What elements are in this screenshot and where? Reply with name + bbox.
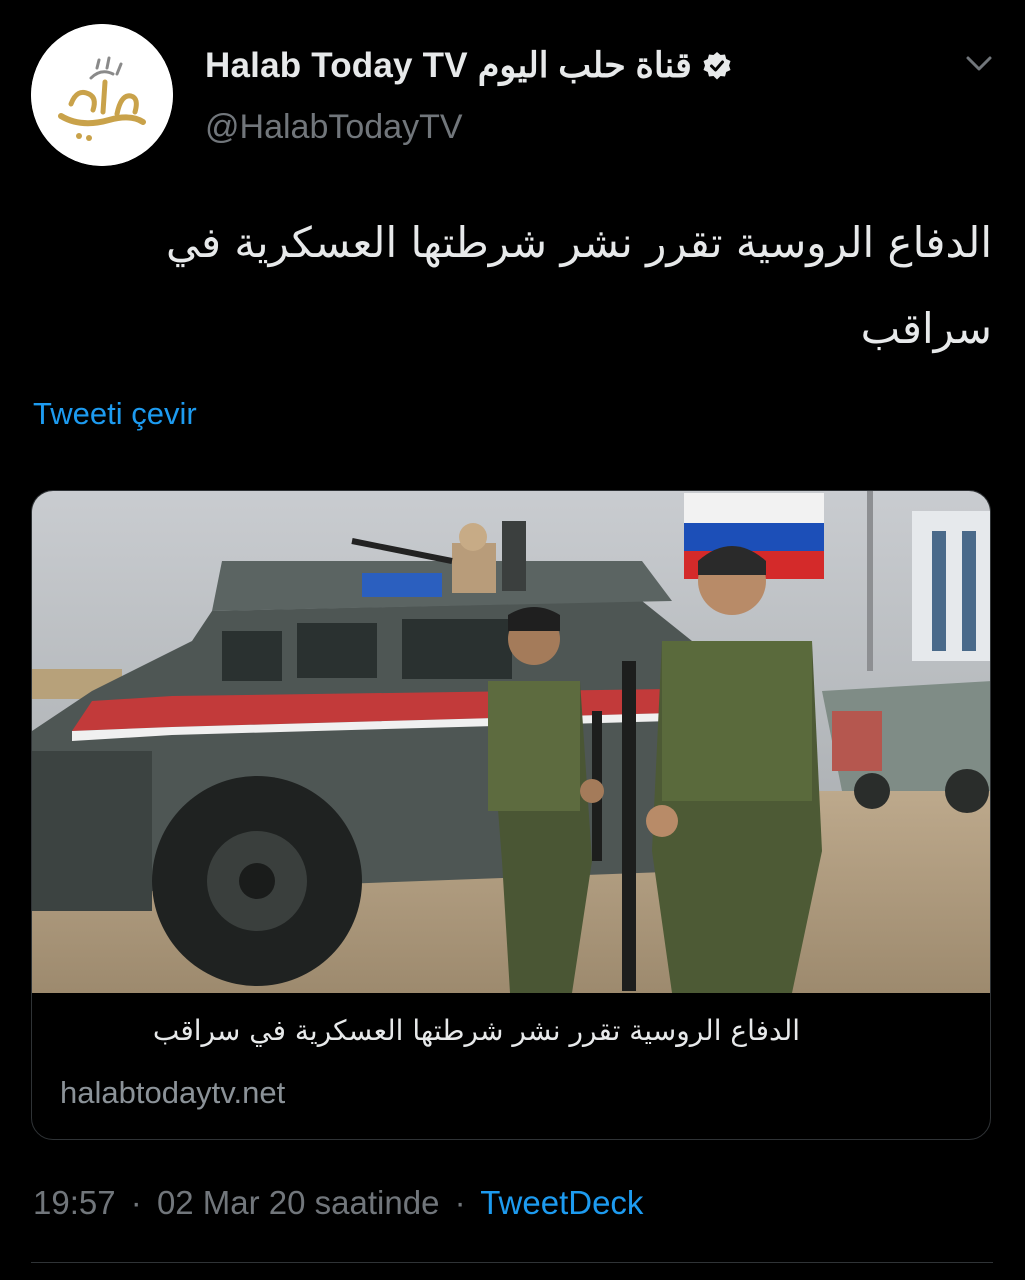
more-options-button[interactable] (957, 44, 1001, 84)
tweet-time[interactable]: 19:57 (33, 1184, 116, 1221)
tweet-text: الدفاع الروسية تقرر نشر شرطتها العسكرية … (165, 218, 992, 353)
display-name-row[interactable]: Halab Today TV قناة حلب اليوم (205, 40, 732, 92)
author-handle[interactable]: @HalabTodayTV (205, 108, 463, 147)
halab-today-logo (31, 24, 173, 166)
tweet-source-link[interactable]: TweetDeck (480, 1184, 643, 1221)
card-title: الدفاع الروسية تقرر نشر شرطتها العسكرية … (152, 1014, 800, 1047)
card-image (32, 491, 990, 993)
translate-tweet-link[interactable]: Tweeti çevir (33, 396, 197, 432)
meta-separator: · (454, 1184, 466, 1221)
tweet: Halab Today TV قناة حلب اليوم @HalabToda… (0, 0, 1025, 1280)
chevron-down-icon (966, 56, 992, 71)
meta-separator: · (130, 1184, 142, 1221)
card-domain: halabtodaytv.net (60, 1075, 286, 1110)
verified-badge-icon (702, 51, 732, 81)
display-name-latin[interactable]: Halab Today TV (205, 46, 468, 86)
link-preview-card[interactable]: الدفاع الروسية تقرر نشر شرطتها العسكرية … (31, 490, 991, 1140)
tweet-metadata: 19:57 · 02 Mar 20 saatinde · TweetDeck (33, 1184, 643, 1222)
divider (31, 1262, 993, 1263)
tweet-date[interactable]: 02 Mar 20 saatinde (157, 1184, 440, 1221)
display-name-arabic[interactable]: قناة حلب اليوم (478, 46, 692, 86)
avatar[interactable] (31, 24, 173, 166)
